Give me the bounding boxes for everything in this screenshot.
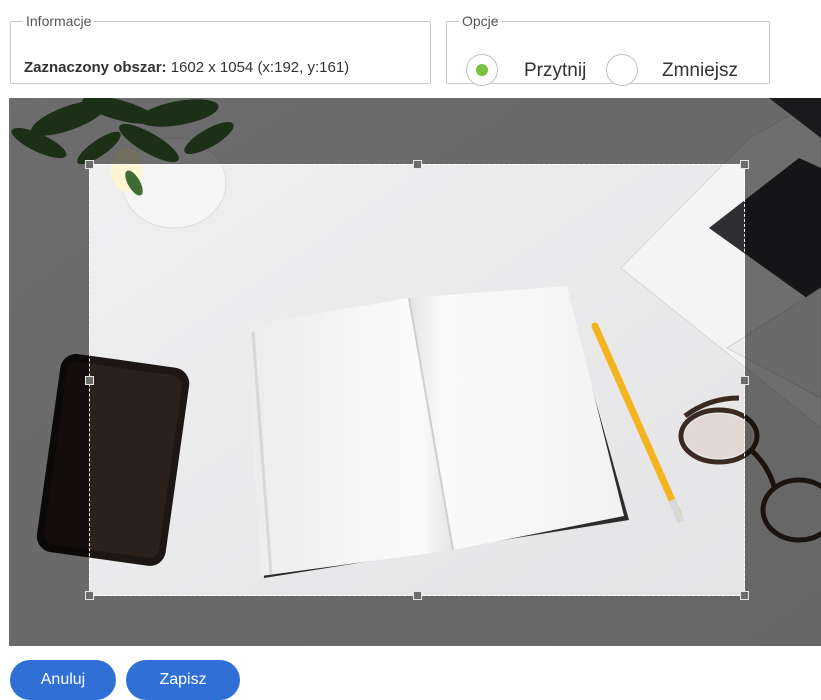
selection-label: Zaznaczony obszar: [24,59,167,76]
crop-handle-top-right[interactable] [740,160,749,169]
crop-radio[interactable] [466,54,498,86]
crop-handle-bottom-left[interactable] [85,591,94,600]
selection-value: 1602 x 1054 (x:192, y:161) [166,59,350,76]
crop-handle-top[interactable] [413,160,422,169]
crop-handle-bottom-right[interactable] [740,591,749,600]
selection-info: Zaznaczony obszar: 1602 x 1054 (x:192, y… [24,59,349,76]
crop-radio-label[interactable]: Przytnij [524,60,586,82]
options-group: Opcje Przytnij Zmniejsz [446,13,770,86]
crop-handle-bottom[interactable] [413,591,422,600]
shrink-radio-label[interactable]: Zmniejsz [662,60,738,82]
image-crop-area[interactable] [9,98,821,646]
cancel-button[interactable]: Anuluj [10,660,116,700]
shrink-radio[interactable] [606,54,638,86]
options-legend: Opcje [462,13,499,29]
crop-handle-left[interactable] [85,376,94,385]
info-legend: Informacje [26,13,92,29]
save-button[interactable]: Zapisz [126,660,240,700]
info-group: Informacje Zaznaczony obszar: 1602 x 105… [10,13,431,84]
crop-selection[interactable] [85,160,749,600]
crop-handle-top-left[interactable] [85,160,94,169]
crop-handle-right[interactable] [740,376,749,385]
